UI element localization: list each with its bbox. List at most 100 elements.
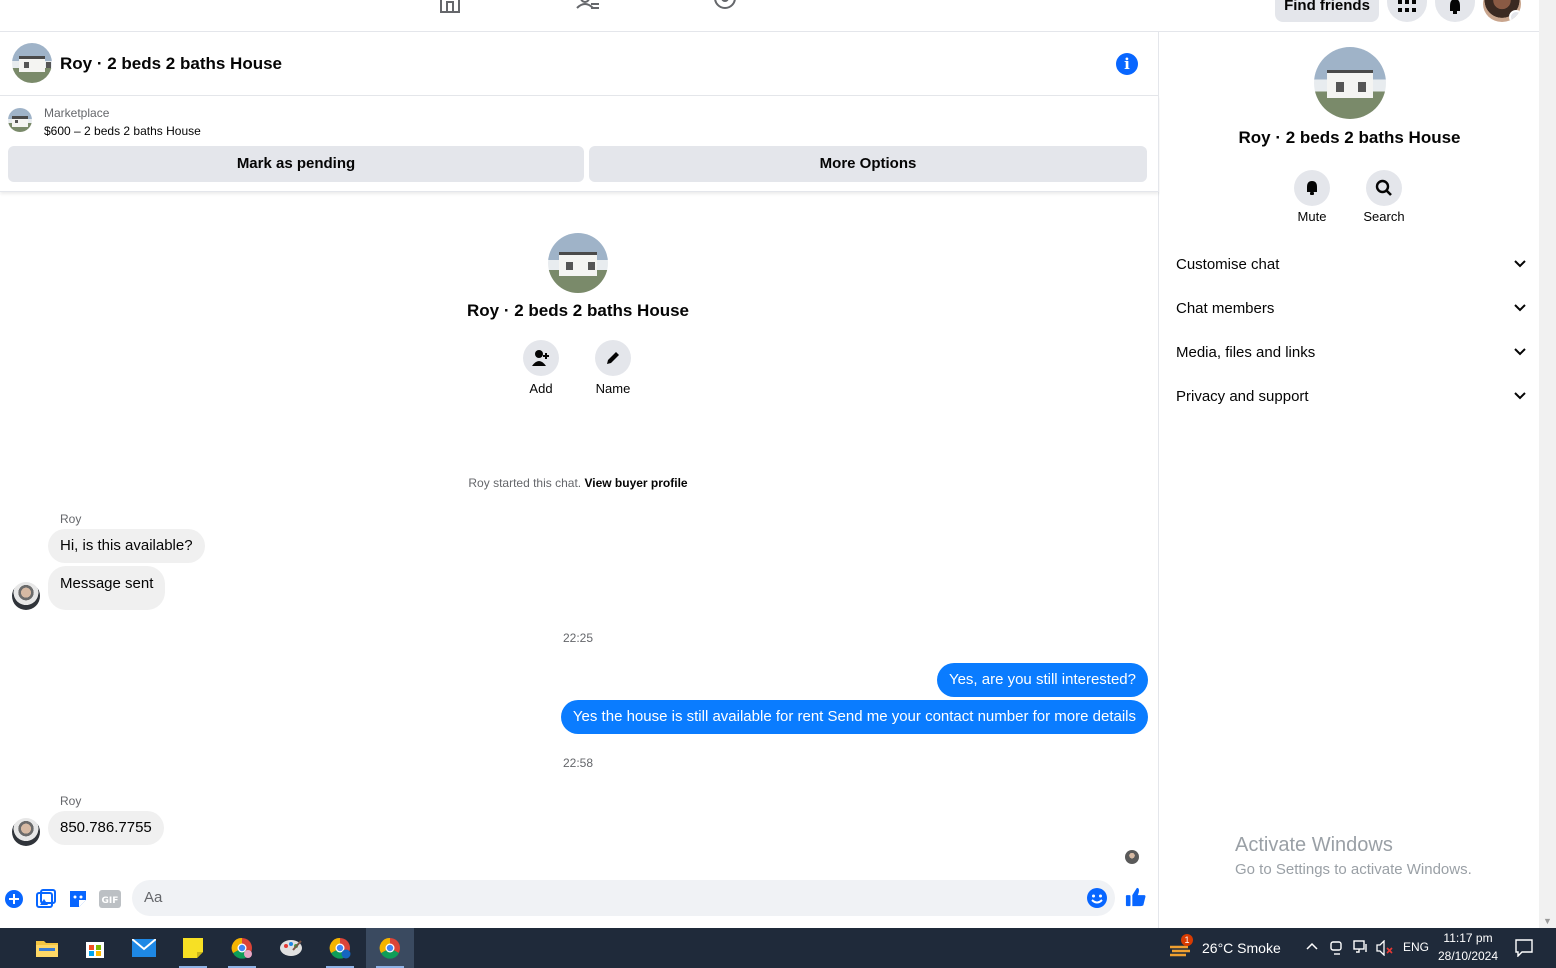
sticky-note-icon bbox=[183, 938, 203, 958]
activate-windows-subtitle: Go to Settings to activate Windows. bbox=[1235, 861, 1472, 878]
like-button[interactable] bbox=[1125, 886, 1147, 908]
section-label: Media, files and links bbox=[1176, 343, 1316, 361]
more-actions-button[interactable] bbox=[3, 888, 25, 910]
chat-info-panel: Roy · 2 beds 2 baths House Mute Search C… bbox=[1160, 32, 1539, 928]
sticky-notes-app[interactable] bbox=[169, 928, 217, 968]
sticker-button[interactable] bbox=[67, 888, 89, 910]
mute-label: Mute bbox=[1297, 209, 1327, 224]
paint-app[interactable] bbox=[267, 928, 315, 968]
scroll-down-arrow[interactable]: ▼ bbox=[1543, 916, 1552, 926]
activate-windows-title: Activate Windows bbox=[1235, 834, 1393, 856]
activate-windows-watermark: Activate Windows Go to Settings to activ… bbox=[1235, 834, 1472, 878]
mail-icon bbox=[132, 939, 156, 957]
store-app[interactable] bbox=[71, 928, 119, 968]
network-icon[interactable] bbox=[1353, 940, 1369, 954]
chat-avatar[interactable] bbox=[12, 43, 52, 83]
incoming-message[interactable]: Hi, is this available? bbox=[48, 529, 205, 563]
marketplace-bar: Marketplace $600 – 2 beds 2 baths House … bbox=[0, 96, 1159, 192]
sender-name: Roy bbox=[60, 512, 82, 526]
marketplace-label: Marketplace bbox=[44, 106, 110, 120]
customise-chat-section[interactable]: Customise chat bbox=[1176, 252, 1526, 276]
search-button[interactable] bbox=[1366, 170, 1402, 206]
weather-widget[interactable] bbox=[1158, 928, 1202, 968]
bell-icon bbox=[1307, 181, 1317, 195]
chat-header: Roy · 2 beds 2 baths House i bbox=[0, 32, 1159, 96]
name-button[interactable] bbox=[595, 340, 631, 376]
message-input[interactable]: Aa bbox=[132, 880, 1115, 916]
profile-avatar[interactable] bbox=[1483, 0, 1521, 22]
chat-title[interactable]: Roy · 2 beds 2 baths House bbox=[60, 54, 282, 74]
search-icon bbox=[1375, 179, 1392, 196]
gif-icon: GIF bbox=[99, 890, 121, 908]
notification-center-icon[interactable] bbox=[1515, 939, 1533, 957]
weather-text[interactable]: 26°C Smoke bbox=[1202, 940, 1281, 956]
incoming-message[interactable]: Message sent bbox=[48, 566, 166, 610]
media-files-links-section[interactable]: Media, files and links bbox=[1176, 340, 1526, 364]
chrome-active-app[interactable] bbox=[366, 928, 414, 968]
side-panel-title: Roy · 2 beds 2 baths House bbox=[1238, 128, 1461, 147]
chrome-pc-app[interactable] bbox=[316, 928, 364, 968]
find-friends-button[interactable]: Find friends bbox=[1275, 0, 1379, 22]
mail-app[interactable] bbox=[120, 928, 168, 968]
menu-button[interactable] bbox=[1387, 0, 1427, 22]
listing-title[interactable]: $600 – 2 beds 2 baths House bbox=[44, 124, 201, 138]
thumbs-up-icon bbox=[1125, 887, 1146, 907]
view-buyer-profile-link[interactable]: View buyer profile bbox=[584, 476, 687, 490]
windows-taskbar: 1 26°C Smoke ENG 11:17 pm 28/10/2024 bbox=[0, 928, 1556, 968]
chrome-icon bbox=[379, 937, 400, 959]
section-label: Privacy and support bbox=[1176, 387, 1309, 405]
gif-button[interactable]: GIF bbox=[99, 888, 121, 910]
privacy-support-section[interactable]: Privacy and support bbox=[1176, 384, 1526, 408]
sender-avatar[interactable] bbox=[12, 582, 40, 610]
chevron-down-icon bbox=[1509, 10, 1521, 22]
timestamp: 22:25 bbox=[562, 631, 594, 645]
folder-icon bbox=[36, 941, 58, 957]
file-explorer-app[interactable] bbox=[23, 928, 71, 968]
clock-date[interactable]: 28/10/2024 bbox=[1433, 949, 1503, 963]
sender-name: Roy bbox=[60, 794, 82, 808]
groups-nav-icon[interactable] bbox=[712, 0, 738, 14]
mute-button[interactable] bbox=[1294, 170, 1330, 206]
chat-members-section[interactable]: Chat members bbox=[1176, 296, 1526, 320]
page-scrollbar[interactable]: ▼ bbox=[1539, 0, 1556, 928]
incoming-message[interactable]: 850.786.7755 bbox=[48, 811, 164, 845]
meet-now-icon[interactable] bbox=[1330, 940, 1344, 956]
volume-muted-icon[interactable] bbox=[1376, 940, 1394, 956]
name-label: Name bbox=[595, 381, 631, 396]
sender-avatar[interactable] bbox=[12, 818, 40, 846]
marketplace-nav-icon[interactable] bbox=[437, 0, 463, 14]
weather-badge: 1 bbox=[1181, 934, 1193, 946]
add-person-button[interactable] bbox=[523, 340, 559, 376]
chevron-up-icon[interactable] bbox=[1306, 942, 1318, 950]
chevron-down-icon bbox=[1514, 260, 1526, 268]
emoji-button[interactable] bbox=[1086, 887, 1108, 909]
friends-nav-icon[interactable] bbox=[575, 0, 601, 14]
listing-thumbnail[interactable] bbox=[8, 108, 32, 132]
chat-started-text: Roy started this chat. bbox=[468, 476, 582, 490]
bell-icon bbox=[1450, 0, 1460, 14]
grid-icon bbox=[1398, 0, 1416, 12]
sticker-icon bbox=[70, 891, 86, 907]
photo-icon bbox=[36, 889, 56, 908]
pencil-icon bbox=[607, 352, 619, 364]
search-label: Search bbox=[1363, 209, 1405, 224]
side-panel-avatar bbox=[1314, 47, 1386, 119]
outgoing-message[interactable]: Yes, are you still interested? bbox=[936, 663, 1148, 697]
notifications-button[interactable] bbox=[1435, 0, 1475, 22]
plus-circle-icon bbox=[5, 890, 23, 908]
svg-text:GIF: GIF bbox=[102, 896, 119, 906]
input-language[interactable]: ENG bbox=[1403, 940, 1429, 954]
chevron-down-icon bbox=[1514, 392, 1526, 400]
top-navigation-bar: Find friends bbox=[0, 0, 1556, 32]
attach-photo-button[interactable] bbox=[35, 888, 57, 910]
mark-as-pending-button[interactable]: Mark as pending bbox=[8, 146, 584, 182]
more-options-button[interactable]: More Options bbox=[589, 146, 1147, 182]
outgoing-message[interactable]: Yes the house is still available for ren… bbox=[560, 700, 1148, 734]
chrome-icon bbox=[329, 937, 351, 959]
chat-intro-title: Roy · 2 beds 2 baths House bbox=[467, 301, 689, 320]
clock-time[interactable]: 11:17 pm bbox=[1433, 931, 1503, 945]
info-icon[interactable]: i bbox=[1116, 53, 1138, 75]
chevron-down-icon bbox=[1514, 348, 1526, 356]
smiley-icon bbox=[1087, 888, 1107, 908]
chrome-profile-app[interactable] bbox=[218, 928, 266, 968]
